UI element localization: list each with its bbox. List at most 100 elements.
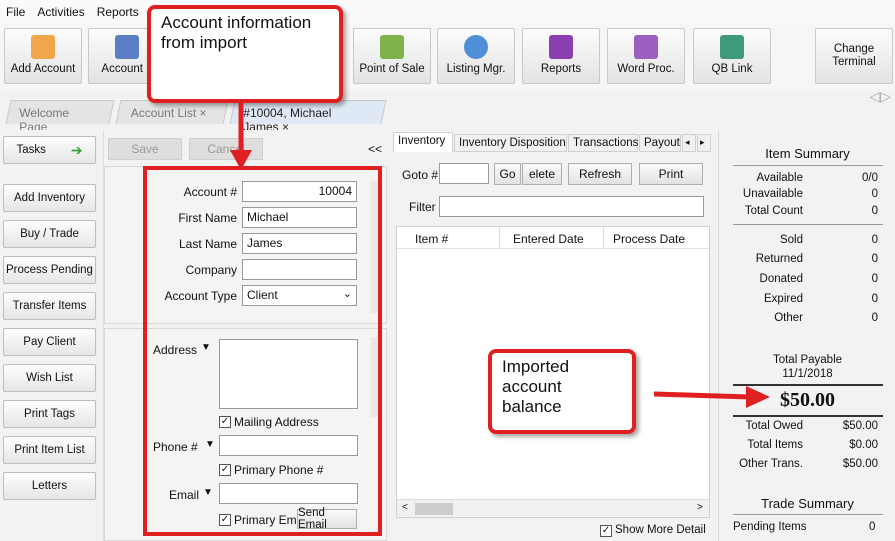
reports-button[interactable]: Reports	[522, 28, 600, 84]
tasks-label: Tasks	[16, 144, 46, 156]
show-more-detail-checkbox[interactable]: ✓	[600, 525, 612, 537]
divider	[733, 514, 883, 515]
donated-label: Donated	[759, 273, 803, 285]
total-count-label: Total Count	[744, 205, 803, 217]
tab-scroll-left-icon[interactable]: ◂	[682, 134, 696, 152]
total-count-value: 0	[871, 205, 878, 217]
item-summary-title: Item Summary	[765, 146, 850, 161]
divider	[733, 224, 883, 225]
add-account-button[interactable]: Add Account	[4, 28, 82, 84]
go-button[interactable]: Go	[494, 163, 521, 185]
column-entered-date[interactable]: Entered Date	[513, 232, 584, 246]
total-payable-date: 11/1/2018	[782, 368, 833, 380]
qb-link-icon	[720, 35, 744, 59]
tab-account-list-label: Account List ×	[130, 106, 207, 120]
save-button[interactable]: Save	[108, 138, 182, 160]
reports-label: Reports	[540, 63, 582, 75]
process-pending-button[interactable]: Process Pending	[3, 256, 96, 284]
column-process-date[interactable]: Process Date	[613, 232, 685, 246]
returned-label: Returned	[755, 253, 803, 265]
point-of-sale-label: Point of Sale	[359, 63, 425, 75]
trade-summary-title: Trade Summary	[761, 496, 854, 511]
account-list-icon	[115, 35, 139, 59]
filter-label: Filter	[409, 200, 436, 214]
expired-value: 0	[871, 293, 878, 305]
scroll-left-icon[interactable]: <	[402, 502, 408, 513]
listing-manager-button[interactable]: Listing Mgr.	[437, 28, 515, 84]
word-processor-icon	[634, 35, 658, 59]
total-owed-value: $50.00	[842, 420, 878, 432]
available-value: 0/0	[862, 172, 878, 184]
summary-row-unavailable: Unavailable 0	[719, 188, 895, 204]
menu-bar: File Activities Reports	[0, 0, 895, 24]
tab-inventory[interactable]: Inventory	[393, 132, 453, 152]
menu-reports[interactable]: Reports	[91, 5, 145, 19]
show-more-detail-label: Show More Detail	[615, 524, 706, 536]
pending-items-label: Pending Items	[733, 521, 807, 533]
add-inventory-button[interactable]: Add Inventory	[3, 184, 96, 212]
change-terminal-button[interactable]: Change Terminal	[815, 28, 893, 84]
summary-row-total-owed: Total Owed $50.00	[719, 420, 895, 436]
tasks-button[interactable]: Tasks ➔	[3, 136, 96, 164]
total-items-value: $0.00	[849, 439, 878, 451]
summary-row-other: Other 0	[719, 312, 895, 328]
qb-link-label: QB Link	[711, 63, 753, 75]
print-item-list-button[interactable]: Print Item List	[3, 436, 96, 464]
word-processor-button[interactable]: Word Proc.	[607, 28, 685, 84]
wish-list-button[interactable]: Wish List	[3, 364, 96, 392]
toolbar: Add Account Account L Point of Sale List…	[0, 24, 895, 90]
refresh-button[interactable]: Refresh	[568, 163, 632, 185]
tab-welcome-page[interactable]: Welcome Page	[5, 100, 115, 134]
pay-client-button[interactable]: Pay Client	[3, 328, 96, 356]
summary-row-returned: Returned 0	[719, 253, 895, 269]
tab-scroll-right-icon[interactable]: ▸	[697, 134, 711, 152]
listing-manager-label: Listing Mgr.	[446, 63, 506, 75]
callout-account-info: Account information from import	[147, 5, 343, 103]
total-payable-label: Total Payable	[772, 354, 843, 366]
summary-row-sold: Sold 0	[719, 234, 895, 250]
other-label: Other	[774, 312, 803, 324]
point-of-sale-button[interactable]: Point of Sale	[353, 28, 431, 84]
scroll-thumb[interactable]	[415, 503, 453, 515]
reports-icon	[549, 35, 573, 59]
horizontal-scrollbar[interactable]: < >	[397, 499, 709, 517]
menu-file[interactable]: File	[0, 5, 31, 19]
transfer-items-button[interactable]: Transfer Items	[3, 292, 96, 320]
letters-button[interactable]: Letters	[3, 472, 96, 500]
down-arrow-icon	[230, 102, 252, 170]
column-divider	[499, 227, 500, 249]
qb-link-button[interactable]: QB Link	[693, 28, 771, 84]
buy-trade-button[interactable]: Buy / Trade	[3, 220, 96, 248]
goto-label: Goto #	[402, 168, 439, 182]
goto-field[interactable]	[439, 163, 489, 184]
donated-value: 0	[871, 273, 878, 285]
tab-payouts[interactable]: Payouts	[639, 134, 681, 152]
word-processor-label: Word Proc.	[617, 63, 675, 75]
filter-field[interactable]	[439, 196, 704, 217]
print-tags-button[interactable]: Print Tags	[3, 400, 96, 428]
unavailable-value: 0	[871, 188, 878, 200]
menu-activities[interactable]: Activities	[31, 5, 90, 19]
other-value: 0	[871, 312, 878, 324]
other-trans-value: $50.00	[842, 458, 878, 470]
green-arrow-icon: ➔	[70, 141, 83, 158]
total-owed-label: Total Owed	[745, 420, 803, 432]
sold-value: 0	[871, 234, 878, 246]
column-item-number[interactable]: Item #	[415, 232, 448, 246]
available-label: Available	[756, 172, 803, 184]
sold-label: Sold	[779, 234, 803, 246]
pending-items-value: 0	[869, 521, 876, 533]
print-button[interactable]: Print	[639, 163, 703, 185]
delete-button[interactable]: elete	[522, 163, 562, 185]
tab-row: Welcome Page Account List × #10004, Mich…	[0, 98, 895, 134]
summary-panel: Item Summary Available 0/0 Unavailable 0 T…	[718, 130, 895, 541]
summary-row-other-trans: Other Trans. $50.00	[719, 458, 895, 474]
tab-account-list[interactable]: Account List ×	[115, 100, 229, 124]
scroll-right-icon[interactable]: >	[697, 502, 703, 513]
tab-transactions[interactable]: Transactions	[568, 134, 638, 152]
summary-row-available: Available 0/0	[719, 172, 895, 188]
add-account-label: Add Account	[10, 63, 76, 75]
collapse-panel-button[interactable]: <<	[368, 142, 382, 156]
tab-inventory-disposition[interactable]: Inventory Disposition	[454, 134, 567, 152]
grid-header: Item # Entered Date Process Date	[397, 227, 709, 249]
